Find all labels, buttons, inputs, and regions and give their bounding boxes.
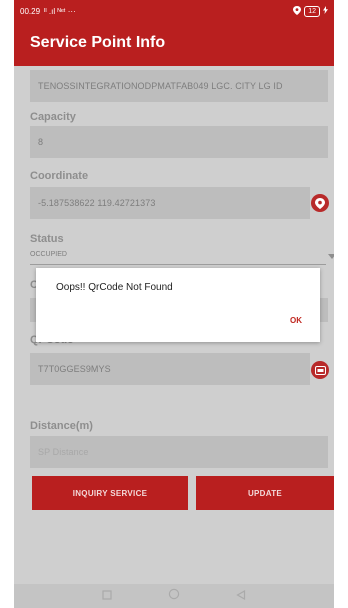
status-time: 00.29 xyxy=(20,6,41,16)
status-select-value[interactable]: OCCUPIED xyxy=(30,251,67,258)
distance-label: Distance(m) xyxy=(30,420,93,432)
status-left: 00.29 ᴵᴵ .ıl ᴺᵉᵗ ··· xyxy=(20,7,76,16)
location-status-icon xyxy=(293,5,302,17)
chevron-down-icon[interactable] xyxy=(328,254,334,259)
battery-indicator: 12 xyxy=(304,5,320,17)
app-bar: Service Point Info xyxy=(14,22,334,66)
page-title: Service Point Info xyxy=(30,34,166,51)
app-screen: 00.29 ᴵᴵ .ıl ᴺᵉᵗ ··· 12 Service Point In… xyxy=(14,0,334,608)
home-icon[interactable] xyxy=(168,587,180,605)
back-icon[interactable] xyxy=(236,587,246,605)
coordinate-label: Coordinate xyxy=(30,170,89,182)
qr-scan-icon[interactable] xyxy=(311,361,329,379)
dialog-message: Oops!! QrCode Not Found xyxy=(56,282,173,293)
recent-apps-icon[interactable] xyxy=(102,587,112,605)
service-point-name-field[interactable]: TENOSSINTEGRATIONODPMATFAB049 LGC. CITY … xyxy=(30,70,328,102)
capacity-field[interactable]: 8 xyxy=(30,126,328,158)
signal-indicators: ᴵᴵ .ıl ᴺᵉᵗ ··· xyxy=(44,6,76,16)
status-bar: 00.29 ᴵᴵ .ıl ᴺᵉᵗ ··· 12 xyxy=(14,0,334,22)
inquiry-service-button[interactable]: INQUIRY SERVICE xyxy=(32,476,188,510)
system-nav-bar xyxy=(14,584,334,608)
status-label: Status xyxy=(30,233,64,245)
coordinate-field[interactable]: -5.187538622 119.42721373 xyxy=(30,187,310,219)
alert-dialog: Oops!! QrCode Not Found OK xyxy=(36,268,320,342)
charging-icon xyxy=(323,6,328,16)
status-right: 12 xyxy=(293,5,328,17)
qr-code-field[interactable]: T7T0GGES9MYS xyxy=(30,353,310,385)
dialog-ok-button[interactable]: OK xyxy=(290,316,302,325)
location-pin-icon[interactable] xyxy=(311,194,329,212)
status-select-underline xyxy=(30,264,326,265)
capacity-label: Capacity xyxy=(30,111,76,123)
update-button[interactable]: UPDATE xyxy=(196,476,334,510)
distance-field[interactable]: SP Distance xyxy=(30,436,328,468)
